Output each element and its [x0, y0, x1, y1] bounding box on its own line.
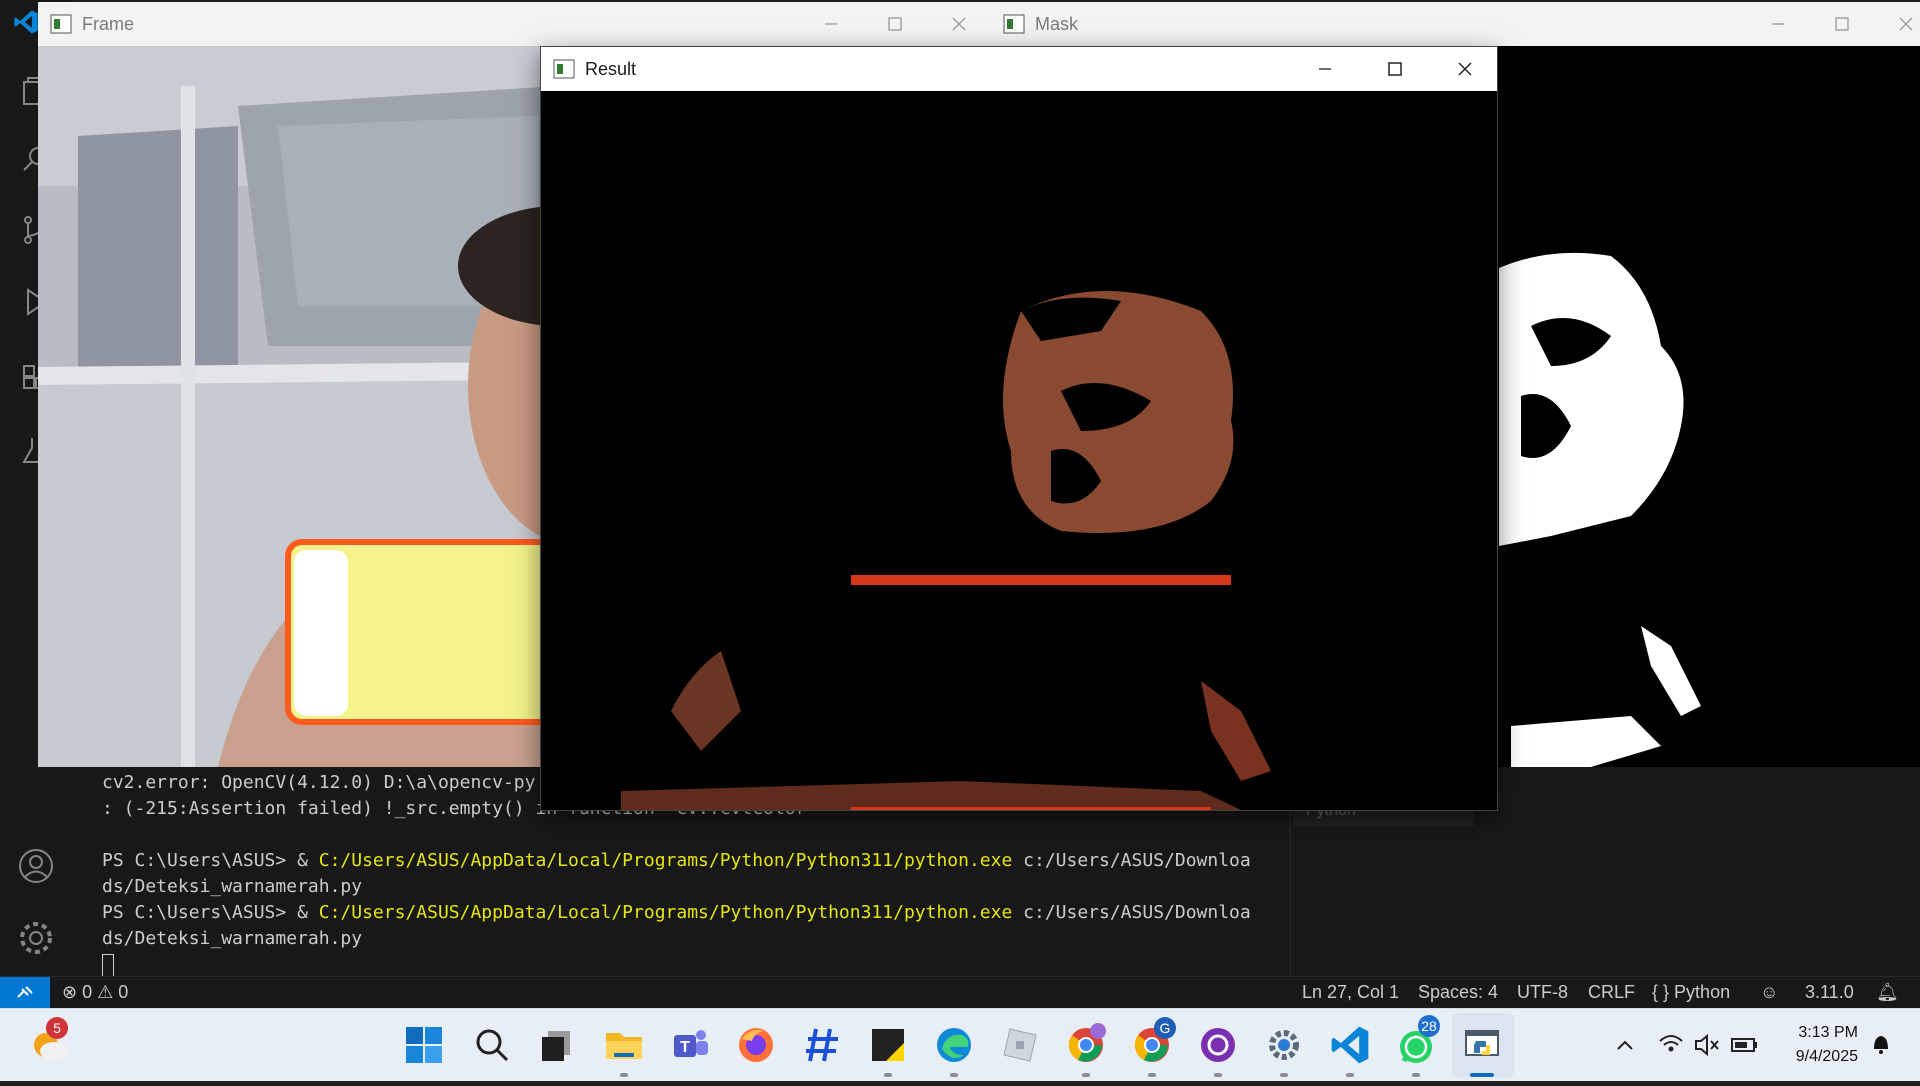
vscode-logo-icon [14, 10, 38, 34]
error-icon: ⊗ [62, 982, 78, 1002]
chrome-profile-a-icon[interactable] [1064, 1023, 1108, 1067]
minimize-button[interactable] [1746, 2, 1810, 46]
notifications-bell-icon[interactable]: 🔔︎ [1876, 982, 1899, 1003]
close-button[interactable] [1874, 2, 1920, 46]
wifi-icon[interactable] [1656, 1009, 1686, 1081]
manage-gear-icon[interactable] [16, 918, 56, 958]
frame-title: Frame [82, 14, 135, 34]
settings-icon[interactable] [1262, 1023, 1306, 1067]
clock-date: 9/4/2025 [1795, 1048, 1858, 1065]
opencv-window-icon [553, 59, 575, 79]
chrome-profile-g-icon[interactable]: G [1130, 1017, 1176, 1067]
clock-time: 3:13 PM [1798, 1024, 1858, 1041]
accounts-icon[interactable] [16, 846, 56, 886]
running-indicator [884, 1073, 892, 1077]
status-bar: ⊗ 0 ⚠ 0 Ln 27, Col 1 Spaces: 4 UTF-8 CRL… [0, 976, 1920, 1009]
language-mode[interactable]: { } Python [1652, 982, 1730, 1003]
result-titlebar[interactable]: Result [541, 47, 1497, 91]
task-view-icon[interactable] [536, 1023, 580, 1067]
whatsapp-icon[interactable]: 28 [1394, 1015, 1440, 1067]
frame-titlebar[interactable]: Frame [38, 2, 991, 46]
github-desktop-icon[interactable] [1196, 1023, 1240, 1067]
terminal-line: PS C:\Users\ASUS> & C:/Users/ASUS/AppDat… [102, 902, 1251, 923]
taskbar: 5 T G 28 3:13 PM 9/4/2025 [0, 1008, 1920, 1081]
terminal-line: ds/Deteksi_warnamerah.py [102, 876, 363, 897]
copilot-icon[interactable]: ☺ [1760, 982, 1778, 1003]
cursor-position[interactable]: Ln 27, Col 1 [1302, 982, 1399, 1003]
vscode-icon[interactable] [1328, 1023, 1372, 1067]
line-ending[interactable]: CRLF [1588, 982, 1635, 1003]
minimize-button[interactable] [799, 2, 863, 46]
remote-icon [17, 986, 33, 998]
maximize-button[interactable] [1810, 2, 1874, 46]
remote-button[interactable] [0, 977, 50, 1009]
notification-center-icon[interactable] [1866, 1009, 1896, 1081]
edge-icon[interactable] [932, 1023, 976, 1067]
weather-badge: 5 [46, 1017, 68, 1039]
warning-icon: ⚠ [97, 982, 114, 1002]
clock[interactable]: 3:13 PM 9/4/2025 [1796, 1021, 1858, 1069]
battery-icon[interactable] [1730, 1009, 1760, 1081]
running-indicator [1082, 1073, 1090, 1077]
terminal-line: cv2.error: OpenCV(4.12.0) D:\a\opencv-py [102, 772, 536, 793]
mask-titlebar[interactable]: Mask [991, 2, 1920, 46]
indentation[interactable]: Spaces: 4 [1418, 982, 1498, 1003]
teams-icon[interactable]: T [668, 1023, 712, 1067]
result-image [541, 91, 1497, 810]
opencv-window-icon [1003, 14, 1025, 34]
show-hidden-icons[interactable] [1610, 1009, 1640, 1081]
python-idle-icon[interactable] [1460, 1023, 1504, 1067]
roblox-icon[interactable] [998, 1023, 1042, 1067]
running-indicator [1214, 1073, 1222, 1077]
close-button[interactable] [1433, 47, 1497, 91]
encoding[interactable]: UTF-8 [1517, 982, 1568, 1003]
volume-muted-icon[interactable] [1692, 1009, 1722, 1081]
running-indicator [1280, 1073, 1288, 1077]
minimize-button[interactable] [1293, 47, 1357, 91]
svg-text:T: T [680, 1039, 690, 1056]
profile-badge: G [1154, 1017, 1176, 1039]
firefox-icon[interactable] [734, 1023, 778, 1067]
mask-title: Mask [1035, 14, 1079, 34]
braces-icon: { } [1652, 982, 1670, 1002]
running-indicator [950, 1073, 958, 1077]
terminal-cursor[interactable] [102, 954, 114, 978]
close-button[interactable] [927, 2, 991, 46]
python-version[interactable]: 3.11.0 [1805, 982, 1854, 1003]
running-indicator [1412, 1073, 1420, 1077]
search-icon[interactable] [470, 1023, 514, 1067]
whatsapp-badge: 28 [1418, 1015, 1440, 1037]
start-icon[interactable] [402, 1023, 446, 1067]
running-indicator [1346, 1073, 1354, 1077]
terminal-line: ds/Deteksi_warnamerah.py [102, 928, 363, 949]
sticky-notes-icon[interactable] [866, 1023, 910, 1067]
active-indicator [1470, 1073, 1494, 1077]
hashtag-app-icon[interactable] [800, 1023, 844, 1067]
result-title: Result [585, 59, 637, 79]
file-explorer-icon[interactable] [602, 1023, 646, 1067]
running-indicator [620, 1073, 628, 1077]
problems-indicator[interactable]: ⊗ 0 ⚠ 0 [62, 982, 128, 1003]
opencv-window-icon [50, 14, 72, 34]
maximize-button[interactable] [863, 2, 927, 46]
terminal-line: PS C:\Users\ASUS> & C:/Users/ASUS/AppDat… [102, 850, 1251, 871]
result-window[interactable]: Result [540, 46, 1498, 811]
running-indicator [1148, 1073, 1156, 1077]
weather-widget[interactable]: 5 [28, 1017, 72, 1067]
maximize-button[interactable] [1363, 47, 1427, 91]
